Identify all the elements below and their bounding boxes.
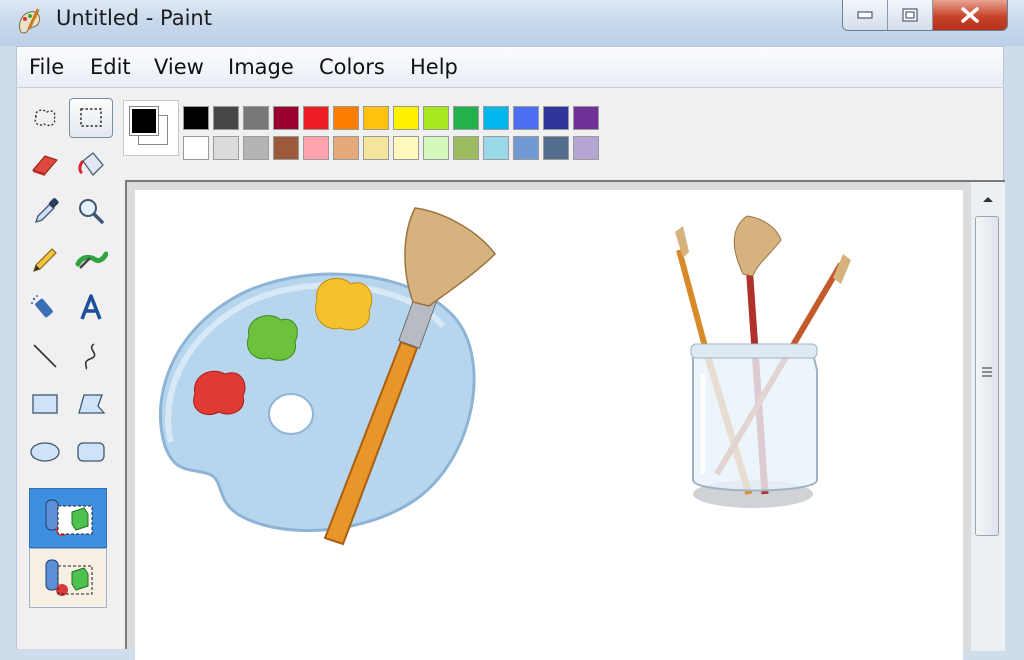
color-swatch[interactable] xyxy=(243,106,269,130)
tool-rounded-rectangle[interactable] xyxy=(69,432,113,472)
tool-select[interactable] xyxy=(69,98,113,138)
brush-icon xyxy=(75,251,108,269)
color-swatch[interactable] xyxy=(273,136,299,160)
color-swatch[interactable] xyxy=(393,106,419,130)
rounded-rectangle-icon xyxy=(77,442,105,462)
minimize-icon xyxy=(857,11,873,19)
tool-curve[interactable] xyxy=(69,336,113,376)
color-swatch[interactable] xyxy=(453,136,479,160)
color-swatch[interactable] xyxy=(423,106,449,130)
menu-colors[interactable]: Colors xyxy=(319,55,385,79)
transparent-selection-option[interactable] xyxy=(29,548,107,608)
color-swatch[interactable] xyxy=(513,136,539,160)
rectangle-select-icon xyxy=(80,108,102,127)
color-swatch[interactable] xyxy=(573,136,599,160)
tool-polygon[interactable] xyxy=(69,384,113,424)
tool-line[interactable] xyxy=(23,336,67,376)
color-swatch[interactable] xyxy=(573,106,599,130)
color-swatch[interactable] xyxy=(213,106,239,130)
window-title: Untitled - Paint xyxy=(56,6,212,30)
palette-with-brush-illustration xyxy=(158,207,496,546)
menu-image[interactable]: Image xyxy=(228,55,294,79)
tool-eraser[interactable] xyxy=(23,144,67,184)
text-icon xyxy=(80,294,102,320)
canvas-frame xyxy=(125,180,1005,660)
tool-rectangle[interactable] xyxy=(23,384,67,424)
rectangle-icon xyxy=(32,394,58,414)
menu-view[interactable]: View xyxy=(154,55,204,79)
color-swatch[interactable] xyxy=(183,106,209,130)
color-swatch[interactable] xyxy=(303,106,329,130)
color-swatch[interactable] xyxy=(303,136,329,160)
polygon-icon xyxy=(78,394,106,414)
color-swatch[interactable] xyxy=(213,136,239,160)
pencil-icon xyxy=(33,248,57,272)
color-swatch[interactable] xyxy=(483,106,509,130)
color-swatch[interactable] xyxy=(423,136,449,160)
color-swatch[interactable] xyxy=(333,106,359,130)
title-bar[interactable]: Untitled - Paint xyxy=(0,0,1024,46)
opaque-selection-option[interactable] xyxy=(29,488,107,548)
tool-pick-color[interactable] xyxy=(23,191,67,231)
maximize-button[interactable] xyxy=(888,0,933,30)
color-swatch[interactable] xyxy=(453,106,479,130)
tool-magnifier[interactable] xyxy=(69,191,113,231)
color-swatch[interactable] xyxy=(183,136,209,160)
menu-help[interactable]: Help xyxy=(410,55,458,79)
color-swatch[interactable] xyxy=(363,106,389,130)
brushes-in-jar-illustration xyxy=(675,215,851,508)
color-swatch[interactable] xyxy=(483,136,509,160)
color-swatch[interactable] xyxy=(363,136,389,160)
arrow-up-icon xyxy=(983,197,993,202)
line-icon xyxy=(33,344,57,368)
tool-box xyxy=(17,88,117,649)
menu-bar: File Edit View Image Colors Help xyxy=(16,46,1004,88)
tool-text[interactable] xyxy=(69,288,113,328)
maximize-icon xyxy=(902,8,918,22)
close-icon xyxy=(961,7,979,23)
color-indicator[interactable] xyxy=(123,100,179,156)
color-swatch[interactable] xyxy=(273,106,299,130)
color-swatch[interactable] xyxy=(333,136,359,160)
tool-ellipse[interactable] xyxy=(23,432,67,472)
transparent-selection-icon xyxy=(45,559,93,596)
close-button[interactable] xyxy=(933,0,1007,30)
magnifier-icon xyxy=(79,199,104,224)
airbrush-icon xyxy=(31,295,53,318)
paint-brush-icon xyxy=(19,8,41,34)
vertical-scrollbar[interactable] xyxy=(970,182,1005,651)
menu-file[interactable]: File xyxy=(29,55,64,79)
opaque-selection-icon xyxy=(45,499,93,536)
lasso-icon xyxy=(34,109,56,127)
ellipse-icon xyxy=(30,442,60,462)
curve-icon xyxy=(84,343,96,370)
color-swatch[interactable] xyxy=(513,106,539,130)
tool-brush[interactable] xyxy=(69,240,113,280)
color-swatch[interactable] xyxy=(243,136,269,160)
tool-free-form-select[interactable] xyxy=(23,98,67,138)
menu-edit[interactable]: Edit xyxy=(90,55,131,79)
minimize-button[interactable] xyxy=(843,0,888,30)
tool-airbrush[interactable] xyxy=(23,288,67,328)
eraser-icon xyxy=(32,155,58,176)
color-swatch[interactable] xyxy=(543,136,569,160)
grip-icon xyxy=(982,367,992,377)
work-area xyxy=(16,88,1005,660)
paint-bucket-icon xyxy=(78,152,104,177)
tool-fill-with-color[interactable] xyxy=(69,144,113,184)
color-swatch[interactable] xyxy=(393,136,419,160)
color-swatch[interactable] xyxy=(543,106,569,130)
tool-pencil[interactable] xyxy=(23,240,67,280)
scroll-thumb[interactable] xyxy=(975,216,999,536)
drawing-canvas[interactable] xyxy=(135,190,963,660)
eyedropper-icon xyxy=(34,198,59,224)
scroll-up-button[interactable] xyxy=(975,188,1001,210)
primary-color[interactable] xyxy=(129,106,159,136)
